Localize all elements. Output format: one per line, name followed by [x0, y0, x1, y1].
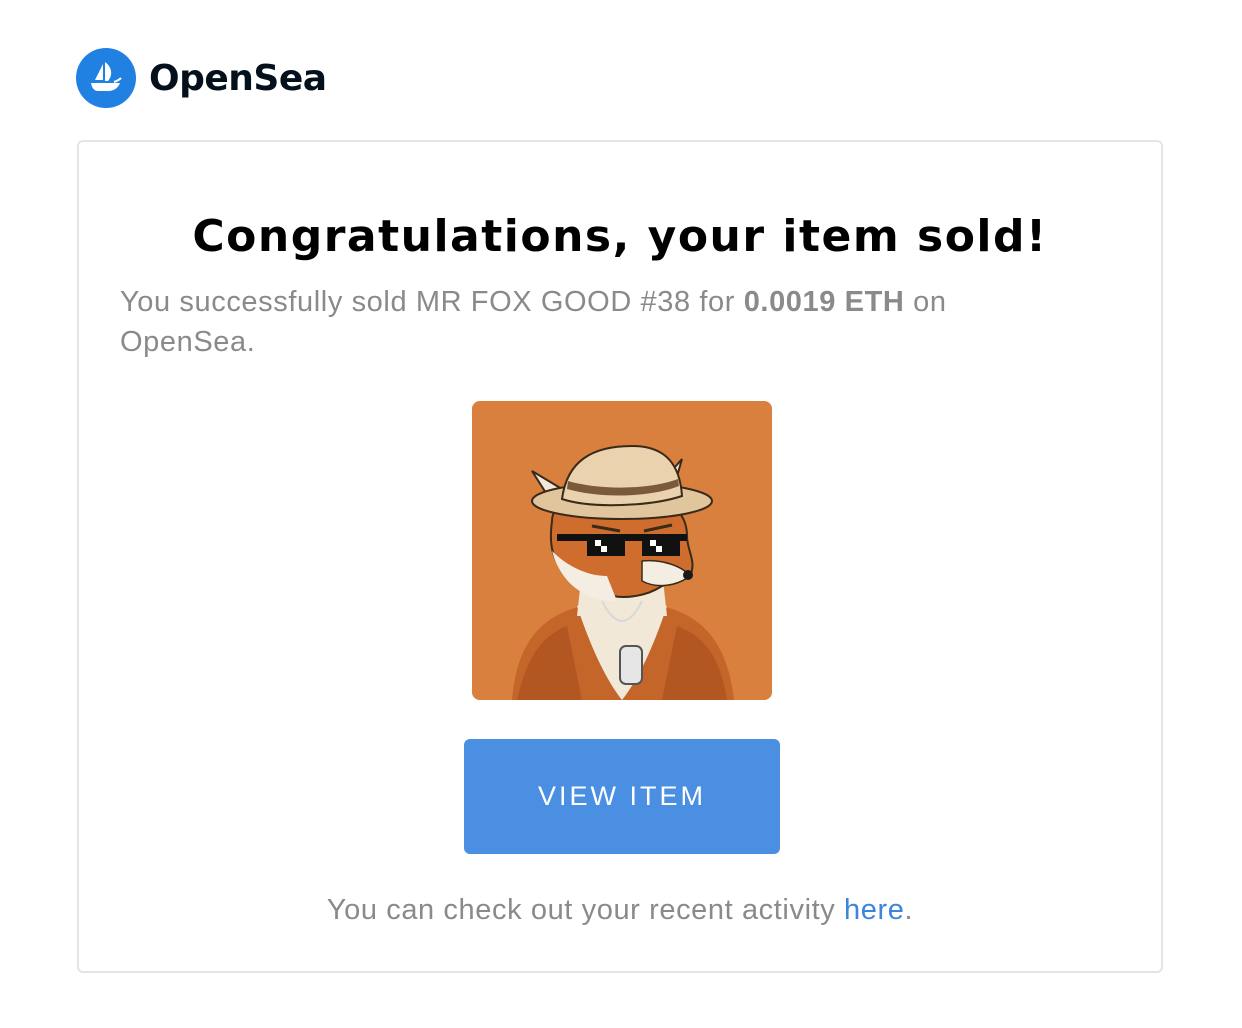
- item-image[interactable]: [472, 401, 772, 700]
- activity-note-prefix: You can check out your recent activity: [326, 894, 845, 926]
- activity-note: You can check out your recent activity h…: [79, 894, 1161, 927]
- sale-message: You successfully sold MR FOX GOOD #38 fo…: [120, 282, 1040, 362]
- sale-amount: 0.0019 ETH: [743, 286, 905, 318]
- activity-here-link[interactable]: here: [844, 894, 904, 926]
- activity-note-suffix: .: [904, 894, 914, 926]
- brand-header: OpenSea: [76, 48, 327, 108]
- fox-nft-artwork: [472, 401, 772, 700]
- message-prefix: You successfully sold MR FOX GOOD #38 fo…: [120, 286, 744, 318]
- opensea-logo-icon: [76, 48, 136, 108]
- card-title: Congratulations, your item sold!: [192, 211, 1048, 263]
- sale-notification-card: Congratulations, your item sold! You suc…: [77, 140, 1163, 973]
- view-item-button[interactable]: VIEW ITEM: [464, 739, 780, 854]
- brand-name: OpenSea: [149, 57, 327, 99]
